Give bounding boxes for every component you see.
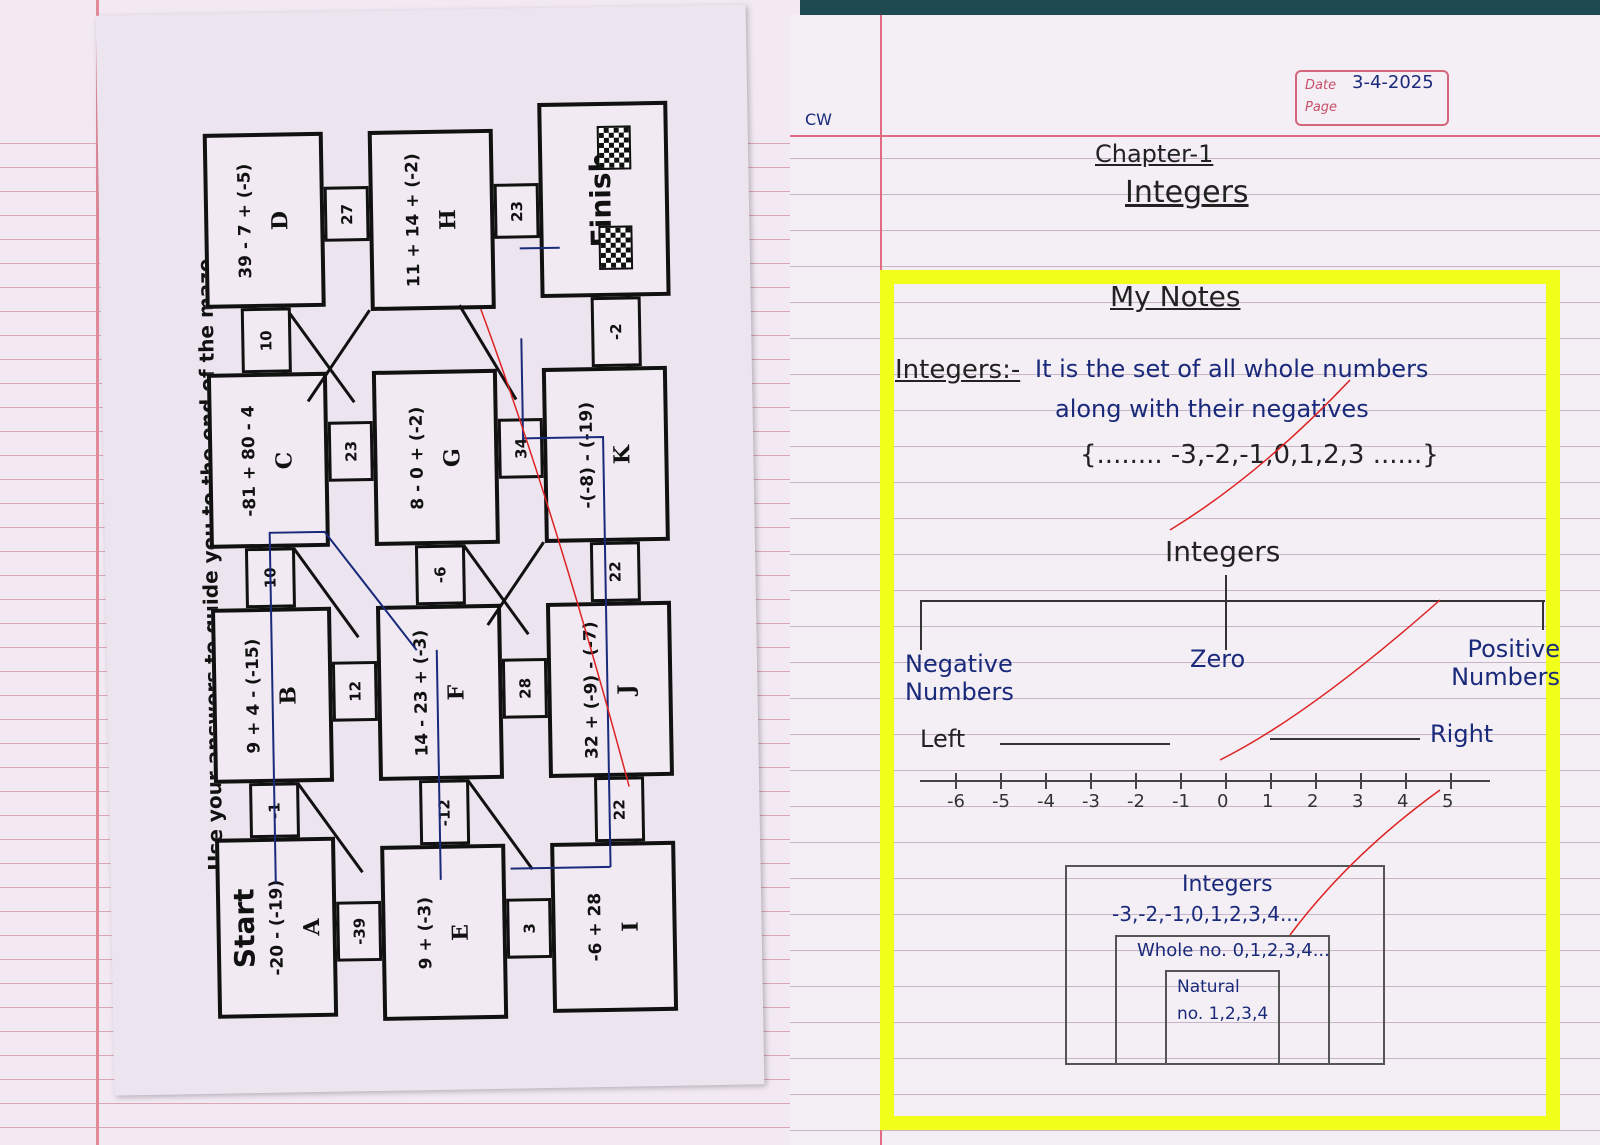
red-pen-marks <box>1169 379 1441 936</box>
maze-worksheet: Use your answers to guide you to the end… <box>95 4 765 1096</box>
left-notebook-page: Use your answers to guide you to the end… <box>0 0 800 1145</box>
right-notebook-page: CW Date 3-4-2025 Page Chapter-1 Integers… <box>790 15 1600 1145</box>
pen-path-overlay <box>268 246 630 883</box>
